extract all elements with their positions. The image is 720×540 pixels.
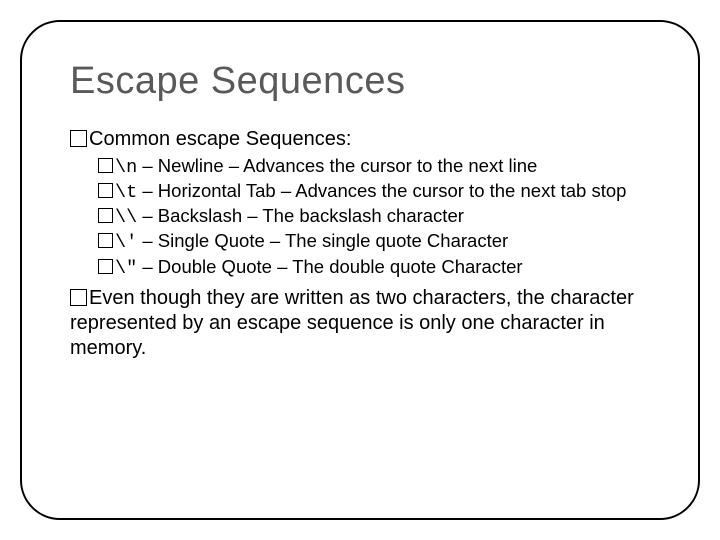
escape-code: \t: [115, 182, 137, 203]
slide-title: Escape Sequences: [70, 60, 650, 103]
escape-code: \n: [115, 157, 137, 178]
escape-desc: The single quote Character: [285, 230, 508, 251]
escape-desc: Advances the cursor to the next line: [243, 155, 537, 176]
escape-code: \': [115, 232, 137, 253]
escape-name: Double Quote: [158, 256, 272, 277]
slide-frame: Escape Sequences Common escape Sequences…: [20, 20, 700, 520]
escape-item: \" – Double Quote – The double quote Cha…: [98, 255, 650, 280]
escape-desc: The backslash character: [262, 205, 464, 226]
slide-content: Common escape Sequences: \n – Newline – …: [70, 127, 650, 361]
square-bullet-icon: [98, 183, 113, 198]
escape-name: Single Quote: [158, 230, 265, 251]
escape-name: Backslash: [158, 205, 242, 226]
square-bullet-icon: [98, 208, 113, 223]
escape-code: \\: [115, 207, 137, 228]
escape-item: \\ – Backslash – The backslash character: [98, 204, 650, 229]
escape-item: \t – Horizontal Tab – Advances the curso…: [98, 179, 650, 204]
escape-item: \' – Single Quote – The single quote Cha…: [98, 229, 650, 254]
square-bullet-icon: [98, 233, 113, 248]
escape-desc: Advances the cursor to the next tab stop: [295, 180, 626, 201]
escape-desc: The double quote Character: [292, 256, 522, 277]
square-bullet-icon: [98, 259, 113, 274]
escape-name: Horizontal Tab: [158, 180, 276, 201]
outro-bullet: Even though they are written as two char…: [70, 286, 650, 361]
intro-text: Common escape Sequences:: [89, 128, 351, 150]
escape-item: \n – Newline – Advances the cursor to th…: [98, 154, 650, 179]
outro-text: Even though they are written as two char…: [70, 287, 634, 359]
square-bullet-icon: [70, 130, 87, 147]
square-bullet-icon: [98, 158, 113, 173]
intro-bullet: Common escape Sequences:: [70, 127, 650, 152]
square-bullet-icon: [70, 289, 87, 306]
escape-code: \": [115, 258, 137, 279]
escape-name: Newline: [158, 155, 224, 176]
